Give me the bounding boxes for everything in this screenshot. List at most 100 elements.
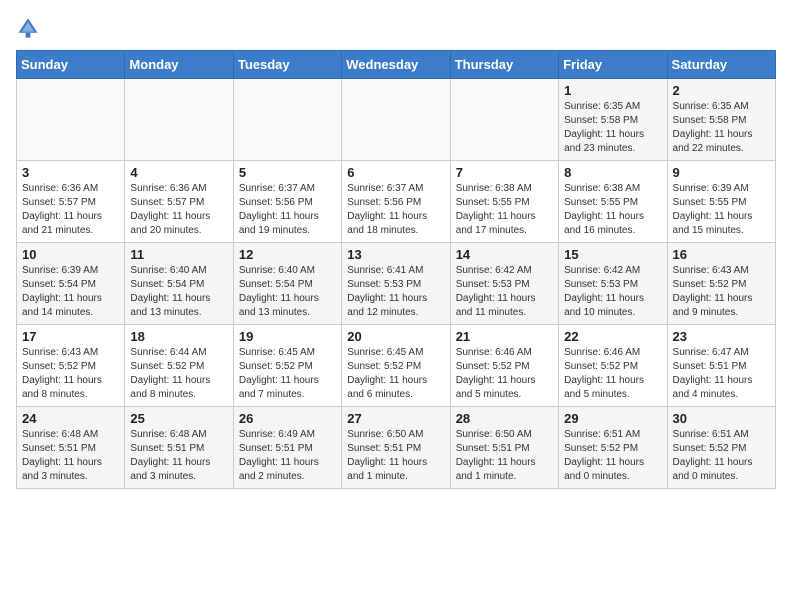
day-info: Sunrise: 6:39 AM Sunset: 5:54 PM Dayligh…	[22, 264, 119, 320]
day-info: Sunrise: 6:44 AM Sunset: 5:52 PM Dayligh…	[130, 346, 227, 402]
calendar-cell: 12 Sunrise: 6:40 AM Sunset: 5:54 PM Dayli…	[233, 243, 341, 325]
day-number: 3	[22, 165, 119, 180]
calendar-cell: 16 Sunrise: 6:43 AM Sunset: 5:52 PM Dayli…	[667, 243, 775, 325]
day-info: Sunrise: 6:38 AM Sunset: 5:55 PM Dayligh…	[564, 182, 661, 238]
day-info: Sunrise: 6:35 AM Sunset: 5:58 PM Dayligh…	[564, 100, 661, 156]
day-number: 20	[347, 329, 444, 344]
day-number: 29	[564, 411, 661, 426]
day-number: 19	[239, 329, 336, 344]
day-info: Sunrise: 6:46 AM Sunset: 5:52 PM Dayligh…	[564, 346, 661, 402]
day-number: 15	[564, 247, 661, 262]
calendar-cell: 10 Sunrise: 6:39 AM Sunset: 5:54 PM Dayli…	[17, 243, 125, 325]
day-info: Sunrise: 6:47 AM Sunset: 5:51 PM Dayligh…	[673, 346, 770, 402]
weekday-header: Sunday	[17, 51, 125, 79]
day-number: 1	[564, 83, 661, 98]
day-number: 21	[456, 329, 553, 344]
weekday-header: Friday	[559, 51, 667, 79]
logo	[16, 16, 44, 40]
logo-icon	[16, 16, 40, 40]
calendar-cell: 2 Sunrise: 6:35 AM Sunset: 5:58 PM Daylig…	[667, 79, 775, 161]
day-number: 2	[673, 83, 770, 98]
day-number: 4	[130, 165, 227, 180]
day-info: Sunrise: 6:42 AM Sunset: 5:53 PM Dayligh…	[564, 264, 661, 320]
weekday-header: Thursday	[450, 51, 558, 79]
calendar-cell	[450, 79, 558, 161]
calendar-week-row: 17Sunrise: 6:43 AM Sunset: 5:52 PM Dayli…	[17, 325, 776, 407]
day-info: Sunrise: 6:37 AM Sunset: 5:56 PM Dayligh…	[239, 182, 336, 238]
calendar-cell: 19 Sunrise: 6:45 AM Sunset: 5:52 PM Dayli…	[233, 325, 341, 407]
calendar-cell: 29Sunrise: 6:51 AM Sunset: 5:52 PM Dayli…	[559, 407, 667, 489]
calendar-cell: 5 Sunrise: 6:37 AM Sunset: 5:56 PM Daylig…	[233, 161, 341, 243]
day-info: Sunrise: 6:37 AM Sunset: 5:56 PM Dayligh…	[347, 182, 444, 238]
calendar-cell: 23 Sunrise: 6:47 AM Sunset: 5:51 PM Dayli…	[667, 325, 775, 407]
day-info: Sunrise: 6:36 AM Sunset: 5:57 PM Dayligh…	[22, 182, 119, 238]
calendar-cell: 15 Sunrise: 6:42 AM Sunset: 5:53 PM Dayli…	[559, 243, 667, 325]
calendar-cell: 28Sunrise: 6:50 AM Sunset: 5:51 PM Dayli…	[450, 407, 558, 489]
day-number: 5	[239, 165, 336, 180]
calendar-cell: 4 Sunrise: 6:36 AM Sunset: 5:57 PM Daylig…	[125, 161, 233, 243]
day-number: 26	[239, 411, 336, 426]
day-info: Sunrise: 6:40 AM Sunset: 5:54 PM Dayligh…	[130, 264, 227, 320]
day-info: Sunrise: 6:39 AM Sunset: 5:55 PM Dayligh…	[673, 182, 770, 238]
calendar-week-row: 10 Sunrise: 6:39 AM Sunset: 5:54 PM Dayli…	[17, 243, 776, 325]
day-info: Sunrise: 6:38 AM Sunset: 5:55 PM Dayligh…	[456, 182, 553, 238]
calendar-cell: 25 Sunrise: 6:48 AM Sunset: 5:51 PM Dayli…	[125, 407, 233, 489]
calendar-cell: 27 Sunrise: 6:50 AM Sunset: 5:51 PM Dayli…	[342, 407, 450, 489]
calendar-cell: 1 Sunrise: 6:35 AM Sunset: 5:58 PM Daylig…	[559, 79, 667, 161]
calendar-cell: 26Sunrise: 6:49 AM Sunset: 5:51 PM Dayli…	[233, 407, 341, 489]
calendar-week-row: 3 Sunrise: 6:36 AM Sunset: 5:57 PM Daylig…	[17, 161, 776, 243]
day-info: Sunrise: 6:50 AM Sunset: 5:51 PM Dayligh…	[456, 428, 553, 484]
day-number: 18	[130, 329, 227, 344]
calendar-cell: 20 Sunrise: 6:45 AM Sunset: 5:52 PM Dayli…	[342, 325, 450, 407]
day-info: Sunrise: 6:50 AM Sunset: 5:51 PM Dayligh…	[347, 428, 444, 484]
day-info: Sunrise: 6:35 AM Sunset: 5:58 PM Dayligh…	[673, 100, 770, 156]
calendar-week-row: 1 Sunrise: 6:35 AM Sunset: 5:58 PM Daylig…	[17, 79, 776, 161]
day-number: 7	[456, 165, 553, 180]
day-info: Sunrise: 6:43 AM Sunset: 5:52 PM Dayligh…	[22, 346, 119, 402]
day-number: 23	[673, 329, 770, 344]
day-number: 14	[456, 247, 553, 262]
day-number: 11	[130, 247, 227, 262]
weekday-header: Saturday	[667, 51, 775, 79]
weekday-header: Tuesday	[233, 51, 341, 79]
calendar-cell	[342, 79, 450, 161]
day-info: Sunrise: 6:43 AM Sunset: 5:52 PM Dayligh…	[673, 264, 770, 320]
day-info: Sunrise: 6:40 AM Sunset: 5:54 PM Dayligh…	[239, 264, 336, 320]
calendar-cell: 3 Sunrise: 6:36 AM Sunset: 5:57 PM Daylig…	[17, 161, 125, 243]
calendar-cell: 11 Sunrise: 6:40 AM Sunset: 5:54 PM Dayli…	[125, 243, 233, 325]
day-info: Sunrise: 6:42 AM Sunset: 5:53 PM Dayligh…	[456, 264, 553, 320]
calendar-cell: 18 Sunrise: 6:44 AM Sunset: 5:52 PM Dayli…	[125, 325, 233, 407]
calendar-cell: 13 Sunrise: 6:41 AM Sunset: 5:53 PM Dayli…	[342, 243, 450, 325]
calendar-cell: 7 Sunrise: 6:38 AM Sunset: 5:55 PM Daylig…	[450, 161, 558, 243]
day-number: 27	[347, 411, 444, 426]
day-number: 16	[673, 247, 770, 262]
calendar-cell: 9Sunrise: 6:39 AM Sunset: 5:55 PM Daylig…	[667, 161, 775, 243]
day-number: 12	[239, 247, 336, 262]
day-info: Sunrise: 6:36 AM Sunset: 5:57 PM Dayligh…	[130, 182, 227, 238]
day-number: 10	[22, 247, 119, 262]
day-info: Sunrise: 6:48 AM Sunset: 5:51 PM Dayligh…	[22, 428, 119, 484]
calendar-cell: 21 Sunrise: 6:46 AM Sunset: 5:52 PM Dayli…	[450, 325, 558, 407]
calendar-cell	[17, 79, 125, 161]
calendar-cell: 17Sunrise: 6:43 AM Sunset: 5:52 PM Dayli…	[17, 325, 125, 407]
weekday-header: Monday	[125, 51, 233, 79]
day-info: Sunrise: 6:46 AM Sunset: 5:52 PM Dayligh…	[456, 346, 553, 402]
day-info: Sunrise: 6:48 AM Sunset: 5:51 PM Dayligh…	[130, 428, 227, 484]
calendar-cell: 30 Sunrise: 6:51 AM Sunset: 5:52 PM Dayli…	[667, 407, 775, 489]
weekday-header: Wednesday	[342, 51, 450, 79]
calendar-cell: 24Sunrise: 6:48 AM Sunset: 5:51 PM Dayli…	[17, 407, 125, 489]
calendar-cell	[233, 79, 341, 161]
day-number: 30	[673, 411, 770, 426]
day-number: 25	[130, 411, 227, 426]
calendar-cell: 22Sunrise: 6:46 AM Sunset: 5:52 PM Dayli…	[559, 325, 667, 407]
day-info: Sunrise: 6:51 AM Sunset: 5:52 PM Dayligh…	[673, 428, 770, 484]
day-info: Sunrise: 6:41 AM Sunset: 5:53 PM Dayligh…	[347, 264, 444, 320]
day-number: 8	[564, 165, 661, 180]
day-info: Sunrise: 6:45 AM Sunset: 5:52 PM Dayligh…	[347, 346, 444, 402]
day-number: 6	[347, 165, 444, 180]
calendar-cell: 14 Sunrise: 6:42 AM Sunset: 5:53 PM Dayli…	[450, 243, 558, 325]
day-info: Sunrise: 6:45 AM Sunset: 5:52 PM Dayligh…	[239, 346, 336, 402]
day-number: 13	[347, 247, 444, 262]
calendar-cell: 6 Sunrise: 6:37 AM Sunset: 5:56 PM Daylig…	[342, 161, 450, 243]
calendar-table: SundayMondayTuesdayWednesdayThursdayFrid…	[16, 50, 776, 489]
